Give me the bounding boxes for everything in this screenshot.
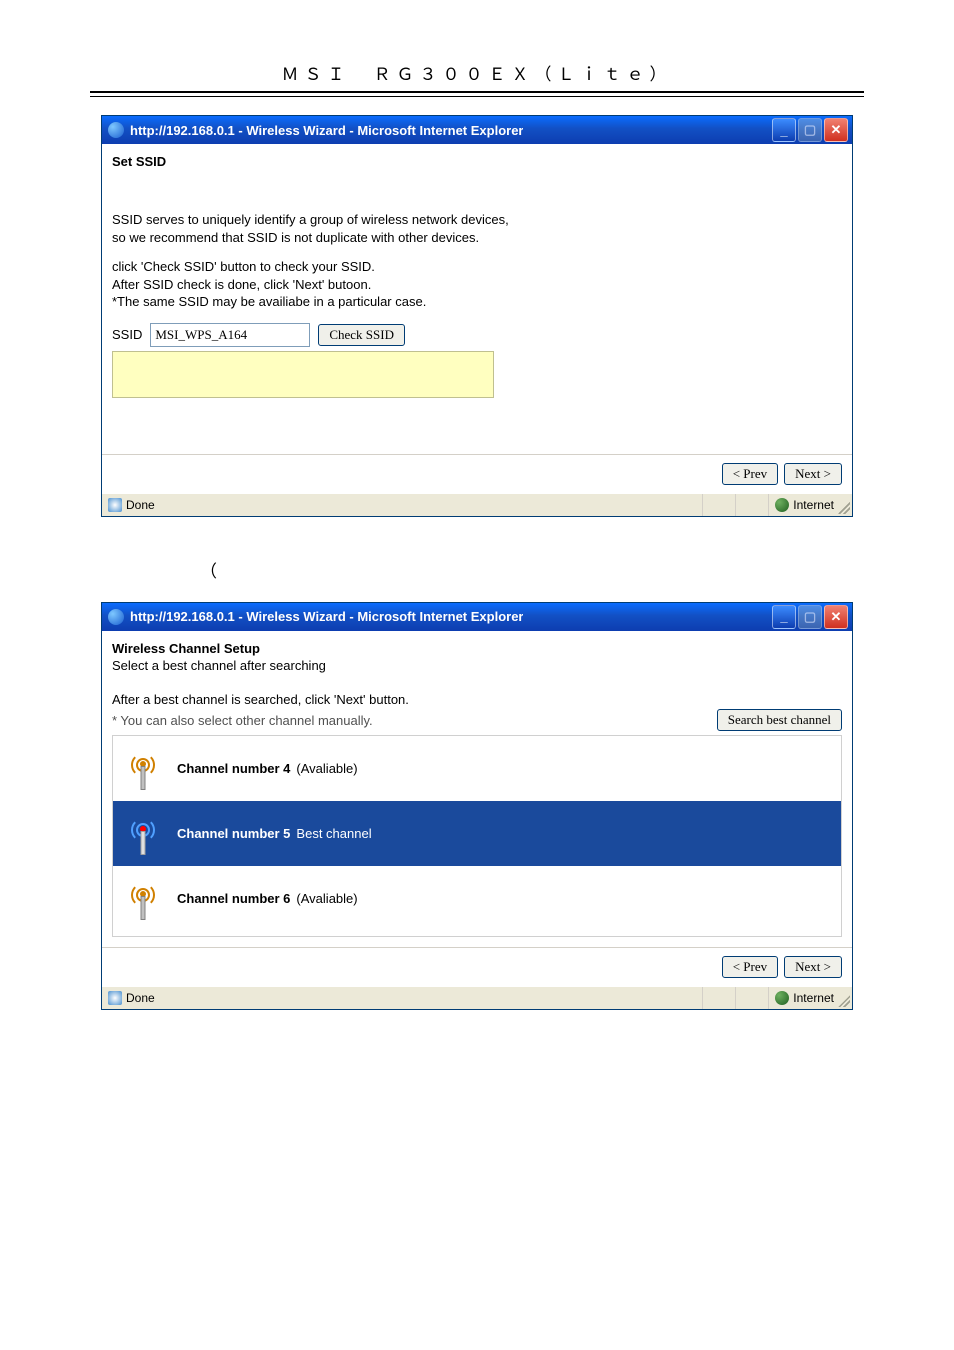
- maximize-button[interactable]: ▢: [798, 605, 822, 629]
- antenna-icon: [123, 813, 163, 853]
- search-best-channel-button[interactable]: Search best channel: [717, 709, 842, 731]
- internet-zone-icon: [775, 991, 789, 1005]
- ssid-check-result-box: [112, 351, 494, 398]
- close-button[interactable]: ✕: [824, 118, 848, 142]
- minimize-button[interactable]: _: [772, 118, 796, 142]
- done-icon: [108, 991, 122, 1005]
- channel-status: Best channel: [296, 826, 371, 841]
- maximize-button[interactable]: ▢: [798, 118, 822, 142]
- titlebar[interactable]: http://192.168.0.1 - Wireless Wizard - M…: [102, 116, 852, 144]
- wizard-heading: Wireless Channel Setup: [112, 641, 842, 656]
- zone-text: Internet: [793, 991, 834, 1005]
- resize-grip-icon[interactable]: [838, 502, 850, 514]
- prev-button[interactable]: < Prev: [722, 956, 778, 978]
- ssid-label: SSID: [112, 327, 142, 342]
- channel-number: Channel number 6: [177, 891, 290, 906]
- channel-item[interactable]: Channel number 4 (Avaliable): [113, 736, 841, 801]
- wizard-heading: Set SSID: [112, 154, 842, 169]
- status-text: Done: [126, 498, 155, 512]
- ie-window-set-ssid: http://192.168.0.1 - Wireless Wizard - M…: [101, 115, 853, 517]
- next-button[interactable]: Next >: [784, 956, 842, 978]
- window-title: http://192.168.0.1 - Wireless Wizard - M…: [130, 609, 523, 624]
- status-bar: Done Internet: [102, 986, 852, 1009]
- channel-number: Channel number 5: [177, 826, 290, 841]
- window-title: http://192.168.0.1 - Wireless Wizard - M…: [130, 123, 523, 138]
- prev-button[interactable]: < Prev: [722, 463, 778, 485]
- ie-logo-icon: [108, 609, 124, 625]
- channel-status: (Avaliable): [296, 891, 357, 906]
- ie-window-channel-setup: http://192.168.0.1 - Wireless Wizard - M…: [101, 602, 853, 1010]
- ssid-input[interactable]: [150, 323, 310, 347]
- wizard-subheading: Select a best channel after searching: [112, 658, 842, 673]
- channel-instr-1: After a best channel is searched, click …: [112, 691, 409, 709]
- check-ssid-button[interactable]: Check SSID: [318, 324, 405, 346]
- ssid-desc-2: click 'Check SSID' button to check your …: [112, 258, 842, 311]
- zone-text: Internet: [793, 498, 834, 512]
- status-text: Done: [126, 991, 155, 1005]
- status-bar: Done Internet: [102, 493, 852, 516]
- internet-zone-icon: [775, 498, 789, 512]
- wizard-nav-bar: < Prev Next >: [102, 947, 852, 986]
- document-title: ＭＳＩ ＲＧ３００ＥＸ（Ｌｉｔｅ）: [90, 60, 864, 93]
- done-icon: [108, 498, 122, 512]
- antenna-icon: [123, 748, 163, 788]
- resize-grip-icon[interactable]: [838, 995, 850, 1007]
- wizard-nav-bar: < Prev Next >: [102, 454, 852, 493]
- wizard-body: Wireless Channel Setup Select a best cha…: [102, 631, 852, 947]
- channel-list[interactable]: Channel number 4 (Avaliable): [112, 735, 842, 937]
- channel-item[interactable]: Channel number 6 (Avaliable): [113, 866, 841, 931]
- minimize-button[interactable]: _: [772, 605, 796, 629]
- next-button[interactable]: Next >: [784, 463, 842, 485]
- body-paren: （: [90, 557, 864, 582]
- channel-instr-2: * You can also select other channel manu…: [112, 712, 409, 730]
- antenna-icon: [123, 878, 163, 918]
- wizard-body: Set SSID SSID serves to uniquely identif…: [102, 144, 852, 454]
- ie-logo-icon: [108, 122, 124, 138]
- close-button[interactable]: ✕: [824, 605, 848, 629]
- title-rule: [90, 96, 864, 97]
- channel-item-selected[interactable]: Channel number 5 Best channel: [113, 801, 841, 866]
- channel-number: Channel number 4: [177, 761, 290, 776]
- titlebar[interactable]: http://192.168.0.1 - Wireless Wizard - M…: [102, 603, 852, 631]
- ssid-desc-1: SSID serves to uniquely identify a group…: [112, 211, 842, 246]
- channel-status: (Avaliable): [296, 761, 357, 776]
